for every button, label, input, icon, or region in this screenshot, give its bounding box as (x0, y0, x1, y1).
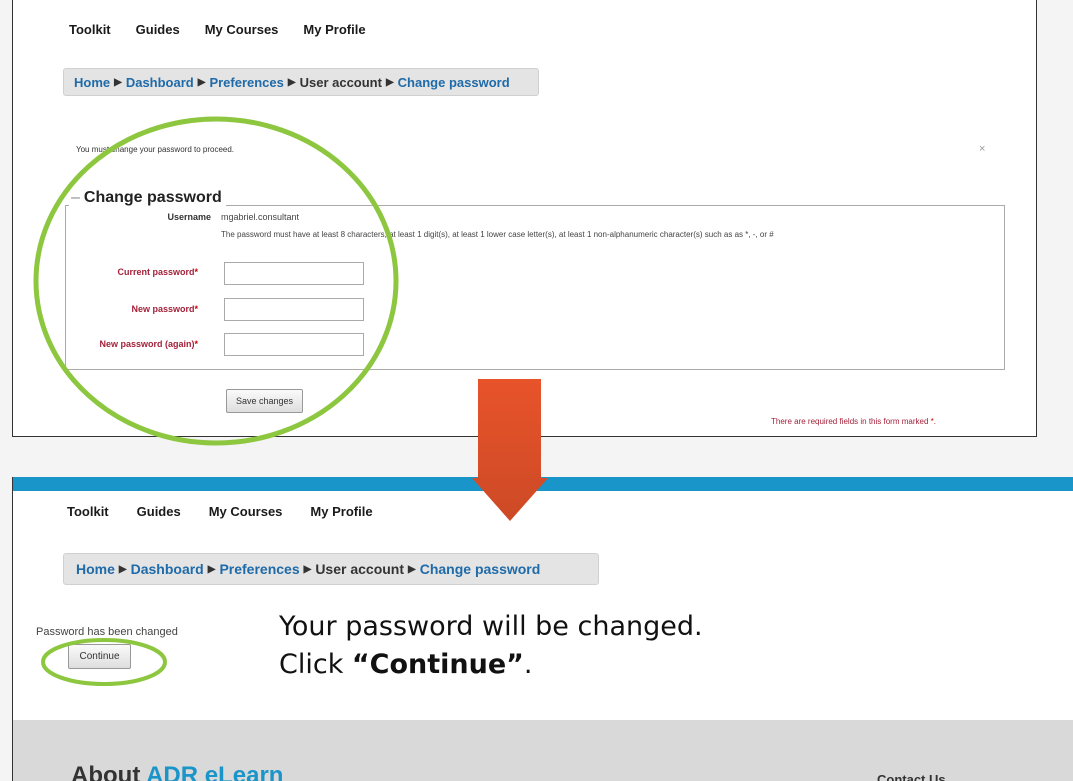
change-password-legend: – Change password (69, 189, 226, 207)
breadcrumb-home[interactable]: Home (76, 561, 115, 577)
collapse-dash-icon: – (71, 189, 80, 206)
legend-text: Change password (83, 189, 222, 206)
continue-emphasis: “Continue” (351, 649, 524, 680)
new-password-label: New password* (131, 304, 198, 314)
must-change-notice: You must change your password to proceed… (76, 145, 235, 154)
required-icon: * (194, 304, 198, 314)
footer-contact-link[interactable]: Contact Us (877, 772, 946, 781)
nav-my-profile[interactable]: My Profile (310, 504, 372, 519)
current-password-input[interactable] (224, 262, 364, 285)
breadcrumb-home[interactable]: Home (74, 75, 110, 90)
change-password-screenshot: Toolkit Guides My Courses My Profile Hom… (12, 0, 1037, 437)
new-password-input[interactable] (224, 298, 364, 321)
username-value: mgabriel.consultant (221, 212, 300, 222)
nav-toolkit[interactable]: Toolkit (67, 504, 109, 519)
password-changed-message: Password has been changed (36, 626, 178, 638)
new-password-again-input[interactable] (224, 333, 364, 356)
footer: About ADR eLearn Contact Us (13, 720, 1073, 781)
breadcrumb-preferences[interactable]: Preferences (209, 75, 283, 90)
breadcrumb-separator-icon: ▶ (207, 563, 216, 575)
breadcrumb-separator-icon: ▶ (408, 563, 416, 575)
nav-guides[interactable]: Guides (136, 22, 180, 37)
breadcrumb-dashboard[interactable]: Dashboard (126, 75, 194, 90)
breadcrumb-separator-icon: ▶ (118, 563, 127, 575)
breadcrumb: Home ▶ Dashboard ▶ Preferences ▶ User ac… (63, 68, 539, 96)
breadcrumb-change-password[interactable]: Change password (398, 75, 510, 90)
instruction-line-1: Your password will be changed. (279, 611, 703, 642)
breadcrumb-dashboard[interactable]: Dashboard (131, 561, 204, 577)
nav-toolkit[interactable]: Toolkit (69, 22, 111, 37)
nav-my-courses[interactable]: My Courses (205, 22, 279, 37)
breadcrumb-separator-icon: ▶ (287, 76, 296, 88)
nav-my-profile[interactable]: My Profile (303, 22, 365, 37)
nav-my-courses[interactable]: My Courses (209, 504, 283, 519)
footer-title: About ADR eLearn (71, 762, 283, 781)
instruction-line-2: Click “Continue”. (279, 649, 533, 680)
breadcrumb-separator-icon: ▶ (303, 563, 312, 575)
password-rule-text: The password must have at least 8 charac… (221, 230, 774, 239)
required-icon: *. (930, 417, 936, 426)
breadcrumb-separator-icon: ▶ (114, 76, 122, 88)
username-label: Username (167, 212, 211, 222)
nav-guides[interactable]: Guides (137, 504, 181, 519)
current-password-label: Current password* (117, 267, 198, 277)
required-icon: * (194, 339, 198, 349)
breadcrumb-user-account: User account (315, 561, 405, 577)
breadcrumb: Home ▶ Dashboard ▶ Preferences ▶ User ac… (63, 553, 599, 585)
top-nav: Toolkit Guides My Courses My Profile (69, 22, 391, 37)
breadcrumb-separator-icon: ▶ (385, 76, 394, 88)
header-bar (13, 477, 1073, 491)
continue-button[interactable]: Continue (68, 644, 131, 669)
instruction-text: Your password will be changed. Click “Co… (279, 608, 703, 684)
required-fields-note: There are required fields in this form m… (771, 417, 936, 426)
breadcrumb-preferences[interactable]: Preferences (219, 561, 299, 577)
footer-brand: ADR eLearn (146, 762, 284, 781)
breadcrumb-user-account: User account (299, 74, 382, 90)
required-icon: * (194, 267, 198, 277)
breadcrumb-change-password[interactable]: Change password (420, 561, 541, 577)
breadcrumb-separator-icon: ▶ (197, 76, 206, 88)
new-password-again-label: New password (again)* (99, 339, 198, 349)
save-changes-button[interactable]: Save changes (226, 389, 303, 413)
top-nav: Toolkit Guides My Courses My Profile (67, 504, 398, 519)
close-icon[interactable]: × (979, 143, 985, 155)
